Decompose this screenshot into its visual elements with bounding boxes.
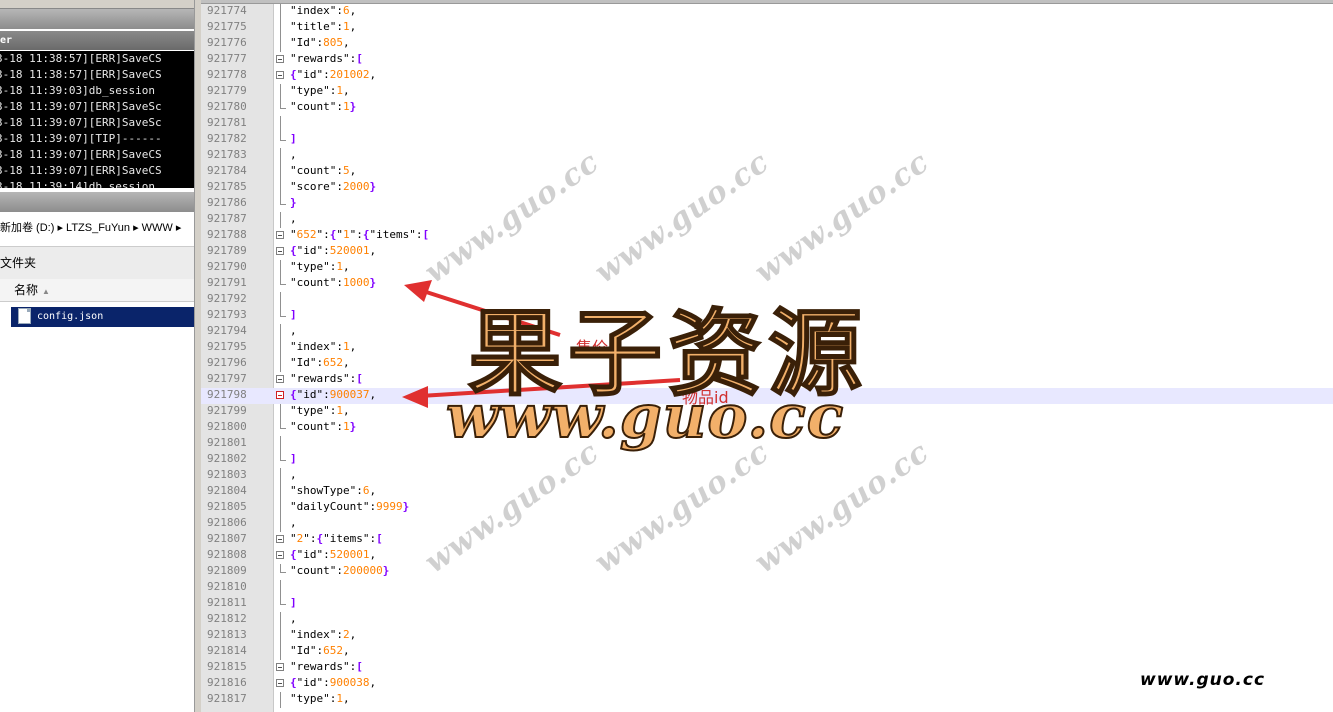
corner-watermark: www.guo.cc — [1140, 670, 1266, 690]
brand-url-watermark: www.guo.cc — [445, 381, 845, 453]
